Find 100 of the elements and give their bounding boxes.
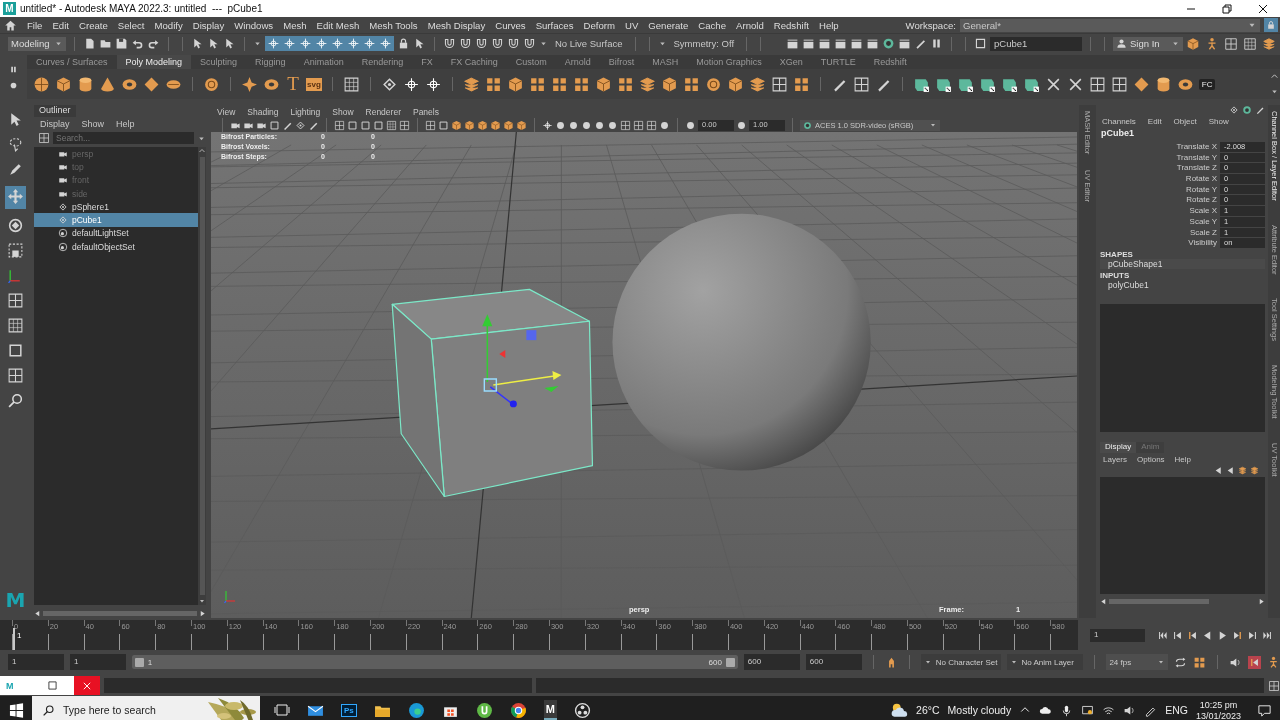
move-tool-icon[interactable] [7, 188, 24, 205]
layers-icon[interactable] [1262, 36, 1276, 51]
end-frame-field[interactable]: 600 [805, 654, 862, 670]
shelf-tab[interactable]: Custom [506, 55, 556, 69]
obs-icon[interactable] [573, 701, 591, 719]
language-indicator[interactable]: ENG [1165, 704, 1188, 716]
shelf-tab[interactable]: Poly Modeling [116, 55, 192, 69]
cube-icon[interactable] [506, 75, 524, 93]
clock-date[interactable]: 13/01/2023 [1195, 710, 1241, 720]
menu-item[interactable]: Mesh Tools [369, 19, 418, 31]
magnet-icon[interactable] [474, 37, 488, 50]
menu-item[interactable]: Help [1174, 454, 1192, 464]
shelf-tab[interactable]: Arnold [555, 55, 600, 69]
menu-item[interactable]: Lighting [290, 106, 321, 117]
blocks-icon[interactable] [682, 75, 700, 93]
outliner-item[interactable]: defaultObjectSet [34, 240, 198, 254]
magnet-icon[interactable] [522, 37, 536, 50]
go-to-start-icon[interactable] [1157, 629, 1168, 641]
cube-icon[interactable] [726, 75, 744, 93]
shelf-tab[interactable]: MASH [643, 55, 688, 69]
menu-item[interactable]: File [27, 19, 43, 31]
box-icon[interactable] [373, 119, 384, 131]
maya-app[interactable]: M [543, 700, 557, 720]
snap-icon[interactable] [402, 75, 420, 93]
screen-icon[interactable] [1081, 703, 1095, 717]
browser-icon[interactable] [407, 701, 425, 719]
fps-dropdown[interactable]: 24 fps [1106, 654, 1168, 670]
cylinder-icon[interactable] [77, 75, 94, 93]
magnet-icon[interactable] [442, 37, 456, 50]
layout-icon[interactable] [7, 292, 24, 309]
figure-icon[interactable] [1267, 655, 1280, 669]
task-view-icon[interactable] [274, 702, 290, 718]
shelf-tab[interactable]: Animation [294, 55, 353, 69]
edit-icon[interactable] [1255, 105, 1265, 115]
menu-item[interactable]: Generate [648, 19, 689, 31]
input-node[interactable]: polyCube1 [1100, 279, 1265, 290]
lasso-icon[interactable] [7, 136, 24, 153]
menu-item[interactable]: Renderer [365, 106, 401, 117]
playback-end-field[interactable]: 600 [743, 654, 800, 670]
menu-item[interactable]: Layers [1103, 454, 1127, 464]
transform-icon[interactable] [380, 75, 398, 93]
play-forward-icon[interactable] [1217, 629, 1228, 641]
workspace-dropdown[interactable]: General* [960, 18, 1260, 32]
search-icon[interactable] [7, 392, 24, 409]
shelf-tab[interactable]: Sculpting [191, 55, 247, 69]
sign-in-dropdown[interactable]: Sign In [1113, 36, 1183, 51]
cone-icon[interactable] [99, 75, 116, 93]
blocks-icon[interactable] [792, 75, 810, 93]
menu-item[interactable]: Options [1137, 454, 1165, 464]
menu-item[interactable]: Display [192, 19, 225, 31]
scroll-down-icon[interactable] [1269, 87, 1279, 96]
playhead[interactable] [13, 628, 16, 650]
torrent-icon[interactable] [475, 701, 493, 719]
menu-item[interactable]: Mesh [283, 19, 307, 31]
loop-icon[interactable] [1174, 655, 1187, 669]
menu-item[interactable]: UV [624, 19, 639, 31]
new-layer-icon[interactable] [1238, 465, 1247, 475]
circle-icon[interactable] [581, 119, 592, 131]
menu-item[interactable]: Modify [154, 19, 183, 31]
weather-icon[interactable] [890, 701, 909, 719]
star-icon[interactable] [241, 75, 258, 93]
menu-item[interactable]: Curves [495, 19, 526, 31]
live-surface-label[interactable]: No Live Surface [550, 38, 627, 49]
menu-set-dropdown[interactable]: Modeling [8, 36, 66, 51]
magnet-icon[interactable] [506, 37, 520, 50]
box-icon[interactable] [347, 119, 358, 131]
menu-item[interactable]: Show [81, 119, 105, 129]
shelf-tab[interactable]: Redshift [864, 55, 916, 69]
search-field[interactable]: Type here to search [63, 704, 175, 716]
layers-icon[interactable] [748, 75, 766, 93]
framegrid-icon[interactable] [399, 119, 410, 131]
cube-icon[interactable] [451, 119, 462, 131]
menu-item[interactable]: Edit [1147, 117, 1162, 126]
open-icon[interactable] [98, 37, 112, 50]
scroll-up-icon[interactable] [1269, 72, 1279, 81]
scroll-down-icon[interactable] [198, 597, 206, 605]
menu-item[interactable]: Object [1173, 117, 1197, 126]
circle-icon[interactable] [594, 119, 605, 131]
symmetry-label[interactable]: Symmetry: Off [669, 38, 739, 49]
rotate-tool-icon[interactable] [7, 217, 24, 234]
menu-item[interactable]: Show [1208, 117, 1229, 126]
outliner-item[interactable]: defaultLightSet [34, 226, 198, 241]
menu-item[interactable]: Redshift [773, 19, 809, 31]
script-editor-icon[interactable] [1268, 679, 1280, 692]
grid-icon[interactable] [386, 119, 397, 131]
box-icon[interactable] [360, 119, 371, 131]
shelf-tab[interactable]: FX [412, 55, 442, 69]
shelf-tab[interactable]: Motion Graphics [687, 55, 771, 69]
menu-item[interactable]: Select [117, 19, 145, 31]
menu-item[interactable]: Help [818, 19, 839, 31]
blocks-icon[interactable] [616, 75, 634, 93]
blocks-icon[interactable] [528, 75, 546, 93]
start-frame-field[interactable]: 1 [8, 654, 64, 670]
menu-item[interactable]: Surfaces [535, 19, 574, 31]
type-tool-button[interactable]: T [285, 73, 301, 95]
name-field[interactable]: pCube1 [990, 36, 1082, 51]
step-back-icon[interactable] [1172, 629, 1183, 641]
clock-time[interactable]: 10:25 pm [1199, 699, 1238, 710]
layout-icon[interactable] [7, 367, 24, 384]
next-key-icon[interactable] [1232, 629, 1243, 641]
